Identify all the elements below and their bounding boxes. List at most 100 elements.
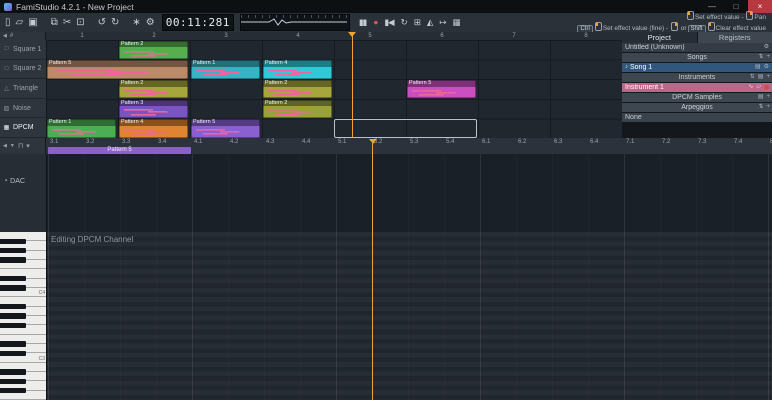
piano-black-key[interactable] (0, 350, 26, 357)
column-number[interactable]: 3 (190, 32, 262, 40)
piano-black-key[interactable] (0, 257, 26, 263)
gear-icon[interactable]: ⚙ (764, 43, 769, 52)
tab-registers[interactable]: Registers (696, 32, 772, 43)
cut-button[interactable]: ✂ (62, 14, 72, 31)
pattern-block[interactable]: Pattern 2 (119, 40, 188, 60)
loop-mode-button[interactable]: ↻ (400, 14, 408, 31)
machine-button[interactable]: ▦ (451, 14, 460, 31)
pattern-block[interactable]: Pattern 2 (119, 80, 188, 99)
save-project-button[interactable]: ▣ (27, 14, 38, 31)
oscilloscope[interactable] (239, 14, 350, 31)
column-number[interactable]: 1 (46, 32, 118, 40)
new-project-button[interactable]: ▯ (4, 14, 12, 31)
piano-black-key[interactable] (0, 322, 26, 329)
selection-rectangle[interactable] (334, 118, 477, 138)
add-arpeggio-icon[interactable]: + (766, 103, 770, 112)
piano-black-key[interactable] (0, 388, 26, 394)
pattern-block[interactable]: Pattern 1 (47, 119, 116, 138)
piano-keyboard[interactable]: C4C3C2C1 (0, 232, 46, 400)
timeline-label: 4.2 (230, 139, 239, 145)
pattern-header-bar[interactable]: Pattern 5 (48, 146, 191, 154)
export-button[interactable]: ∗ (131, 14, 141, 31)
timeline-label: 5.1 (338, 139, 347, 145)
red-dot-icon[interactable] (764, 85, 769, 90)
sequencer-grid[interactable]: Pattern 2 Pattern 5 Pattern 1 Pattern 4 Patt… (46, 40, 622, 138)
instrument-row[interactable]: Instrument 1 ∿ ▱ (622, 83, 772, 93)
song-row[interactable]: ♪ Song 1 ▤ ⚙ (622, 63, 772, 73)
piano-black-key[interactable] (0, 285, 26, 291)
pattern-block[interactable]: Pattern 1 (191, 60, 260, 79)
channel-name: Square 2 (13, 65, 42, 73)
mouse-right-icon (746, 11, 754, 20)
follow-mode-button[interactable]: ↦ (438, 14, 446, 31)
mouse-right-icon (670, 22, 678, 31)
channel-row-triangle[interactable]: △ Triangle (0, 79, 46, 99)
channel-row-square1[interactable]: □ Square 1 (0, 40, 46, 60)
pianoroll-timeline[interactable]: Pattern 5 3.1 3.2 3.3 3.4 4.1 4.2 4.3 4.4 5.1 5.2… (0, 138, 772, 155)
load-sample-icon[interactable]: ▤ (758, 93, 764, 102)
column-number[interactable]: 4 (262, 32, 334, 40)
add-instrument-icon[interactable]: + (766, 73, 770, 82)
channel-row-noise[interactable]: ▨ Noise (0, 99, 46, 119)
triangle-down-icon[interactable]: ▼ (10, 143, 15, 149)
pattern-name: Pattern 3 (119, 99, 188, 107)
play-pause-button[interactable]: ▮▮ (358, 14, 367, 31)
pattern-block[interactable]: Pattern 5 (47, 60, 188, 79)
record-button[interactable]: ● (372, 14, 378, 31)
snap-icon[interactable]: ⊓ (18, 142, 23, 150)
sequencer-column-numbers[interactable]: 12345678 (0, 32, 622, 40)
pattern-block[interactable]: Pattern 2 (263, 80, 332, 99)
snap-resolution-icon[interactable]: ▾ (26, 142, 30, 150)
collapse-icon[interactable]: ◀ (3, 143, 7, 149)
open-project-button[interactable]: ▱ (15, 14, 25, 31)
column-number[interactable]: 7 (478, 32, 550, 40)
chevron-left-icon[interactable]: ◀ (3, 32, 7, 40)
piano-black-key[interactable] (0, 378, 26, 385)
sort-icon[interactable]: ⇅ (750, 73, 755, 82)
piano-black-key[interactable] (0, 369, 26, 375)
pattern-block[interactable]: Pattern 4 (263, 60, 332, 79)
pattern-block[interactable]: Pattern 3 (119, 99, 188, 118)
copy-button[interactable]: ⧉ (50, 14, 59, 31)
pattern-block[interactable]: Pattern 4 (119, 119, 188, 138)
load-instrument-icon[interactable]: ▤ (758, 73, 764, 82)
piano-black-key[interactable] (0, 313, 26, 319)
pattern-block[interactable]: Pattern 5 (407, 80, 476, 99)
column-number[interactable]: 8 (550, 32, 622, 40)
gear-icon[interactable]: ⚙ (764, 63, 769, 72)
sort-icon[interactable]: ⇅ (758, 53, 763, 62)
piano-black-key[interactable] (0, 247, 26, 254)
qwerty-piano-button[interactable]: ⊞ (413, 14, 421, 31)
redo-button[interactable]: ↻ (110, 14, 120, 31)
rewind-button[interactable]: ▮◀ (383, 14, 394, 31)
project-row[interactable]: Untitled (Unknown) ⚙ (622, 43, 772, 53)
tab-project[interactable]: Project (622, 32, 697, 43)
envelope-wave-icon[interactable]: ∿ (748, 83, 753, 92)
column-number[interactable]: 5 (334, 32, 406, 40)
add-song-icon[interactable]: + (766, 53, 770, 62)
pianoroll-left-panel: ▪ DAC C4C3C2C1 (0, 154, 47, 400)
pianoroll-playhead-marker[interactable] (369, 139, 377, 144)
note-grid[interactable]: Editing DPCM Channel (46, 232, 772, 400)
undo-button[interactable]: ↺ (97, 14, 107, 31)
piano-black-key[interactable] (0, 238, 26, 245)
piano-black-key[interactable] (0, 304, 26, 310)
piano-black-key[interactable] (0, 276, 26, 282)
channel-row-dpcm[interactable]: ▦ DPCM (0, 118, 46, 138)
pattern-block[interactable]: Pattern 2 (263, 99, 332, 118)
sort-icon[interactable]: ⇅ (758, 103, 763, 112)
channel-row-square2[interactable]: □ Square 2 (0, 60, 46, 80)
pattern-block[interactable]: Pattern 5 (191, 119, 260, 138)
file-icon[interactable]: ▤ (755, 63, 761, 72)
piano-black-key[interactable] (0, 341, 26, 347)
add-sample-icon[interactable]: + (766, 93, 770, 102)
arpeggio-none-row[interactable]: None (622, 113, 772, 123)
metronome-button[interactable]: ◭ (426, 14, 434, 31)
dac-effect-button[interactable]: ▪ DAC (0, 176, 46, 186)
config-button[interactable]: ⚙ (145, 14, 156, 31)
envelope-duty-icon[interactable]: ▱ (756, 83, 761, 92)
column-number[interactable]: 2 (118, 32, 190, 40)
column-number[interactable]: 6 (406, 32, 478, 40)
paste-button[interactable]: ⊡ (75, 14, 85, 31)
effect-panel[interactable] (46, 154, 772, 233)
